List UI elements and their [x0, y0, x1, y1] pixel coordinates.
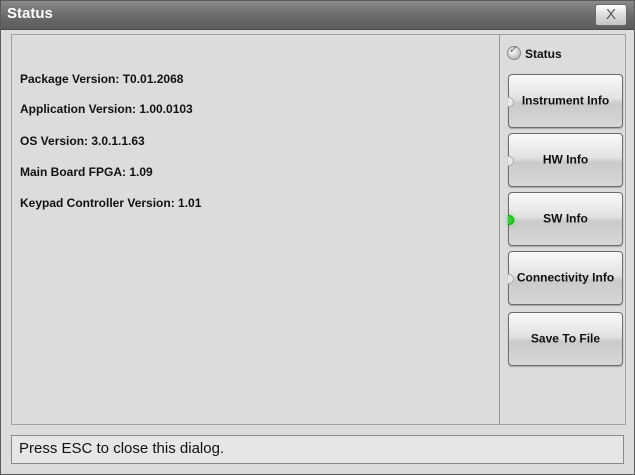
status-radio-label: Status: [525, 47, 562, 61]
status-dialog: Status X Package Version: T0.01.2068 App…: [0, 0, 635, 475]
close-button[interactable]: X: [595, 4, 627, 26]
status-message: Press ESC to close this dialog.: [19, 440, 225, 457]
info-pane: Package Version: T0.01.2068 Application …: [12, 35, 499, 424]
save-to-file-button[interactable]: Save To File: [508, 312, 623, 366]
keypad-controller-version-text: Keypad Controller Version: 1.01: [20, 196, 202, 210]
connectivity-info-button[interactable]: Connectivity Info: [508, 251, 623, 305]
package-version-text: Package Version: T0.01.2068: [20, 72, 184, 86]
connectivity-info-label: Connectivity Info: [516, 270, 615, 285]
instrument-info-label: Instrument Info: [521, 93, 610, 108]
hw-info-label: HW Info: [542, 152, 589, 167]
close-icon: X: [605, 6, 616, 23]
main-board-fpga-text: Main Board FPGA: 1.09: [20, 165, 153, 179]
save-to-file-label: Save To File: [530, 331, 601, 346]
dialog-title: Status: [7, 5, 53, 22]
instrument-info-button[interactable]: Instrument Info: [508, 74, 623, 128]
title-bar: Status X: [1, 1, 634, 30]
sidebar: ✓ Status Instrument Info HW Info SW Info…: [500, 35, 625, 424]
sw-info-label: SW Info: [543, 211, 588, 226]
check-icon: ✓: [509, 44, 519, 56]
dialog-content: Package Version: T0.01.2068 Application …: [11, 34, 626, 425]
os-version-text: OS Version: 3.0.1.1.63: [20, 134, 145, 148]
sw-info-button[interactable]: SW Info: [508, 192, 623, 246]
status-radio[interactable]: ✓: [507, 44, 521, 60]
application-version-text: Application Version: 1.00.0103: [20, 102, 193, 116]
status-bar: Press ESC to close this dialog.: [11, 435, 624, 464]
hw-info-button[interactable]: HW Info: [508, 133, 623, 187]
